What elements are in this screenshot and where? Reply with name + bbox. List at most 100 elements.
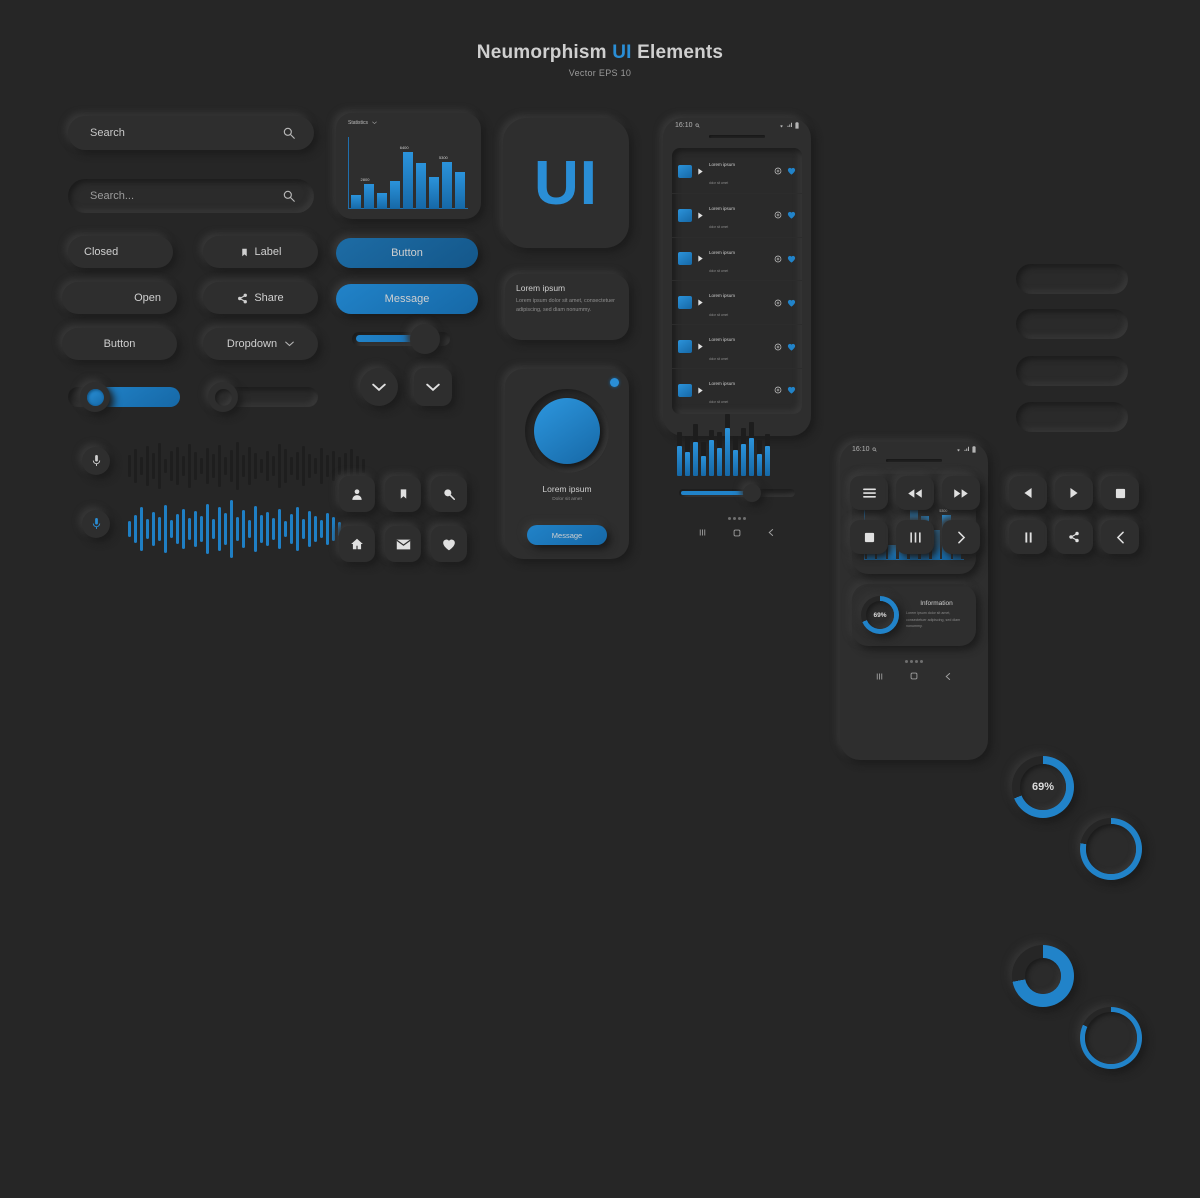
heart-icon[interactable] — [787, 167, 796, 176]
page-title: Neumorphism UI Elements — [0, 42, 1200, 64]
slider-inactive-knob[interactable] — [208, 382, 238, 412]
playlist-row[interactable]: Lorem ipsum dolor sit amet — [672, 325, 802, 369]
equalizer-level — [677, 445, 682, 476]
stop-square-button[interactable] — [1101, 476, 1139, 510]
recent-apps-icon[interactable] — [698, 528, 707, 537]
home-icon[interactable] — [909, 671, 919, 681]
playlist-row[interactable]: Lorem ipsum dolor sit amet — [672, 150, 802, 194]
share-button[interactable]: Share — [203, 282, 318, 314]
heart-icon[interactable] — [787, 343, 796, 351]
play-icon[interactable] — [697, 255, 704, 263]
slider-active-knob[interactable] — [80, 382, 110, 412]
search-input[interactable]: Search — [68, 116, 314, 150]
search-input-secondary[interactable]: Search... — [68, 179, 314, 213]
waveform-bar — [164, 459, 167, 473]
chevron-down-square-button[interactable] — [414, 368, 452, 406]
closed-button[interactable]: Closed — [68, 236, 173, 268]
search-icon[interactable] — [282, 126, 296, 140]
play-button[interactable] — [1055, 476, 1093, 510]
menu-button[interactable] — [850, 476, 888, 510]
bookmark-button[interactable] — [385, 476, 421, 512]
home-button[interactable] — [339, 526, 375, 562]
play-icon[interactable] — [697, 168, 704, 175]
playlist-row[interactable]: Lorem ipsum dolor sit amet — [672, 281, 802, 326]
wifi-icon — [957, 448, 960, 451]
open-button[interactable]: Open — [62, 282, 177, 314]
waveform-bar — [308, 511, 311, 547]
statistics-card-header[interactable]: Statistics — [336, 113, 481, 126]
slider-inactive[interactable] — [208, 382, 318, 412]
mail-button[interactable] — [385, 526, 421, 562]
play-icon[interactable] — [697, 299, 704, 306]
message-button[interactable]: Message — [336, 284, 478, 314]
play-icon[interactable] — [697, 387, 704, 394]
heart-icon[interactable] — [787, 386, 796, 394]
search-icon[interactable] — [282, 189, 296, 203]
heart-icon[interactable] — [787, 211, 796, 219]
plus-circle-icon[interactable] — [774, 255, 782, 263]
search-button[interactable] — [431, 476, 467, 512]
share-icon-button[interactable] — [1055, 520, 1093, 554]
waveform-bar — [170, 451, 173, 481]
back-icon[interactable] — [767, 528, 776, 537]
waveform-bar — [146, 446, 149, 486]
recent-apps-icon[interactable] — [875, 672, 884, 681]
placeholder-pill[interactable] — [1016, 264, 1128, 294]
playlist-row-title: Lorem ipsum — [709, 249, 736, 255]
blue-button[interactable]: Button — [336, 238, 478, 268]
playlist-row[interactable]: Lorem ipsum dolor sit amet — [672, 194, 802, 238]
label-button[interactable]: Label — [203, 236, 318, 268]
user-button[interactable] — [339, 476, 375, 512]
microphone-icon[interactable] — [82, 447, 110, 475]
equalizer-level — [749, 437, 754, 476]
placeholder-pill[interactable] — [1016, 402, 1128, 432]
phone1-slider-knob[interactable] — [743, 483, 761, 502]
avatar[interactable] — [534, 398, 600, 464]
plus-circle-icon[interactable] — [774, 167, 782, 175]
pause-button[interactable] — [1009, 520, 1047, 554]
phone1-navbar[interactable] — [663, 528, 811, 538]
playlist-row[interactable]: Lorem ipsum dolor sit amet — [672, 369, 802, 412]
chevron-down-circle-button[interactable] — [360, 368, 398, 406]
play-icon[interactable] — [697, 212, 704, 219]
dropdown-button[interactable]: Dropdown — [203, 328, 318, 360]
share-icon — [237, 293, 248, 304]
heart-icon[interactable] — [787, 255, 796, 263]
heart-icon[interactable] — [787, 299, 796, 307]
plus-circle-icon[interactable] — [774, 211, 782, 219]
waveform-bar — [206, 504, 209, 554]
fast-forward-button[interactable] — [942, 476, 980, 510]
home-icon[interactable] — [732, 528, 742, 538]
previous-button[interactable] — [1009, 476, 1047, 510]
generic-button[interactable]: Button — [62, 328, 177, 360]
play-icon[interactable] — [697, 343, 704, 350]
rewind-button[interactable] — [896, 476, 934, 510]
profile-message-button[interactable]: Message — [527, 525, 607, 545]
heart-button[interactable] — [431, 526, 467, 562]
chevron-left-button[interactable] — [1101, 520, 1139, 554]
placeholder-pill[interactable] — [1016, 356, 1128, 386]
slider-small[interactable] — [352, 324, 452, 354]
slider-active[interactable] — [68, 382, 180, 412]
slider-small-knob[interactable] — [410, 324, 440, 354]
plus-circle-icon[interactable] — [774, 386, 782, 394]
back-icon[interactable] — [944, 672, 953, 681]
slider-small-fill — [356, 335, 416, 342]
microphone-icon[interactable] — [82, 510, 110, 538]
phone2-time: 16:10 — [852, 445, 870, 453]
phone2-navbar[interactable] — [840, 671, 988, 681]
plus-circle-icon[interactable] — [774, 299, 782, 307]
chevron-right-button[interactable] — [942, 520, 980, 554]
previous-icon — [1024, 488, 1032, 498]
ui-logo-text: UI — [534, 148, 598, 218]
placeholder-pill[interactable] — [1016, 309, 1128, 339]
phone1-slider[interactable] — [679, 483, 795, 502]
pause-bars-button[interactable] — [896, 520, 934, 554]
chevron-down-icon[interactable] — [372, 121, 377, 125]
stop-button[interactable] — [850, 520, 888, 554]
lorem-card-title: Lorem ipsum — [516, 283, 566, 293]
plus-circle-icon[interactable] — [774, 343, 782, 351]
playlist-row[interactable]: Lorem ipsum dolor sit amet — [672, 238, 802, 282]
equalizer-level — [717, 447, 722, 476]
heart-icon — [443, 539, 455, 550]
